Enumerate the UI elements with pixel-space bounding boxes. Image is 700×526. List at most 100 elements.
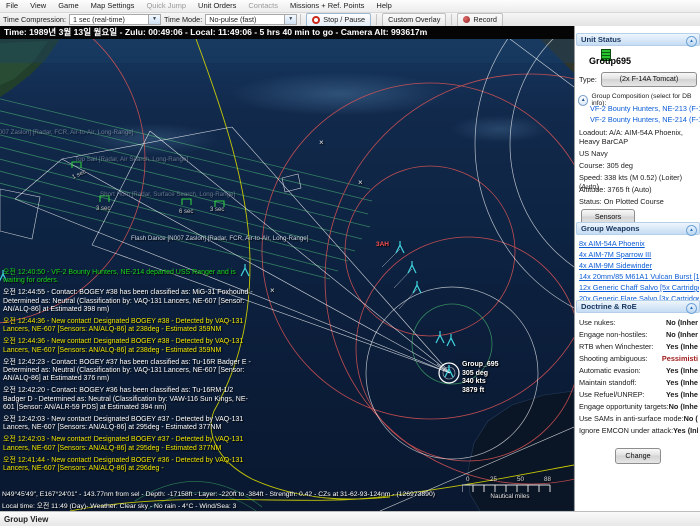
sensor-label-top-sail: Top Sail [Radar, Air Search, Long-Range] [75,156,188,163]
doctrine-label: Maintain standoff: [579,378,636,387]
loadout-text: Loadout: A/A: AIM-54A Phoenix, Heavy Bar… [579,128,698,146]
menu-help[interactable]: Help [370,0,397,12]
doctrine-value: No (Inher [669,402,698,411]
doctrine-label: RTB when Winchester: [579,342,653,351]
reference-point-x[interactable]: × [358,178,363,187]
log-message: 오전 12:42:20 - Contact: BOGEY #36 has bee… [3,387,257,412]
doctrine-header: Doctrine & RoE ▲ [576,300,700,313]
scale-caption: Nautical miles [460,493,560,500]
esm-bearing-lines [0,94,372,279]
log-message: 오전 12:42:03 - New contact! Designated BO… [3,436,257,452]
collapse-chevron-icon[interactable]: ▲ [686,303,697,314]
status-bar: Group View [0,511,700,526]
doctrine-label: Use SAMs in anti-surface mode: [579,414,684,423]
speed-tag: 6 sec [179,209,193,215]
log-message: 오전 12:41:44 - New contact! Designated BO… [3,457,257,473]
time-mode-select[interactable]: No-pulse (fast) ▼ [205,14,297,25]
course-text: Course: 305 deg [579,161,698,170]
scale-ticks-graphic [462,484,554,492]
group-weapons-header: Group Weapons ▲ [576,222,700,235]
view-mode-text: Group View [4,515,48,524]
selected-unit-group-695[interactable] [437,363,459,383]
stop-pause-button[interactable]: Stop / Pause [306,13,371,27]
change-button[interactable]: Change [615,448,661,464]
doctrine-value: No (Inher [666,330,698,339]
doctrine-label: Use nukes: [579,318,616,327]
toolbar-separator [300,14,301,25]
weapon-link[interactable]: 4x AIM-7M Sparrow III [579,250,699,259]
doctrine-value: Yes (Inhe [673,426,698,435]
record-button[interactable]: Record [457,13,503,27]
doctrine-label: Ignore EMCON under attack: [579,426,673,435]
reference-point-x[interactable]: × [319,138,324,147]
menu-file[interactable]: File [0,0,24,12]
custom-overlay-label: Custom Overlay [388,15,440,24]
right-sidebar: Unit Status ▲ Group695 Type: (2x F-14A T… [574,26,700,511]
altitude-text: Altitude: 3765 ft (Auto) [579,185,698,194]
weapon-link[interactable]: 12x Generic Chaff Salvo [5x Cartridges] [579,283,699,292]
sensor-label-short-horn: Short Horn [Radar, Surface Search, Long-… [100,191,235,198]
unit-status-title: Unit Status [581,35,621,44]
weapon-link[interactable]: 14x 20mm/85 M61A1 Vulcan Burst [1... [579,272,699,281]
unit-speed: 340 kts [462,378,499,387]
menu-view[interactable]: View [24,0,52,12]
weapon-link[interactable]: 4x AIM-9M Sidewinder [579,261,699,270]
status-text: Status: On Plotted Course [579,197,698,206]
group-weapons-panel: Group Weapons ▲ 8x AIM-54A Phoenix 4x AI… [575,222,700,235]
doctrine-value: Yes (Inhe [666,342,698,351]
reference-point-x[interactable]: × [270,286,275,295]
doctrine-label: Engage non-hostiles: [579,330,648,339]
scale-tick-label: 50 [517,476,524,483]
time-compression-label: Time Compression: [3,15,66,24]
app-window: File View Game Map Settings Quick Jump U… [0,0,700,526]
group-weapons-title: Group Weapons [581,224,640,233]
dropdown-arrow-icon[interactable]: ▼ [148,15,160,24]
weapon-link[interactable]: 8x AIM-54A Phoenix [579,239,699,248]
menu-game[interactable]: Game [52,0,84,12]
menu-unit-orders[interactable]: Unit Orders [192,0,242,12]
composition-link-ne214[interactable]: VF-2 Bounty Hunters, NE-214 (F-14A Ton [590,115,700,124]
composition-link-ne213[interactable]: VF-2 Bounty Hunters, NE-213 (F-14A Ton [590,104,700,113]
doctrine-value: Yes (Inhe [666,378,698,387]
menu-missions-ref-points[interactable]: Missions + Ref. Points [284,0,370,12]
menu-map-settings[interactable]: Map Settings [85,0,141,12]
time-status-bar: Time: 1989년 3월 13일 월요일 - Zulu: 00:49:06 … [0,26,574,39]
doctrine-value: No (Inher [684,414,698,423]
hostile-contact-tag[interactable]: 3AH [376,241,389,248]
doctrine-label: Engage opportunity targets: [579,402,669,411]
composition-toggle-icon[interactable]: ▲ [578,95,588,106]
record-label: Record [473,15,497,24]
speed-tag: 3 sec [96,206,110,212]
stop-icon [312,16,320,24]
message-log: 오전 12:40:50 - VF-2 Bounty Hunters, NE-21… [3,269,257,477]
side-text: US Navy [579,149,698,158]
type-button[interactable]: (2x F-14A Tomcat) [601,72,697,87]
custom-overlay-button[interactable]: Custom Overlay [382,13,446,27]
time-mode-label: Time Mode: [164,15,202,24]
log-message: 오전 12:40:50 - VF-2 Bounty Hunters, NE-21… [3,269,257,285]
collapse-chevron-icon[interactable]: ▲ [686,225,697,236]
dropdown-arrow-icon[interactable]: ▼ [284,15,296,24]
time-compression-select[interactable]: 1 sec (real-time) ▼ [69,14,161,25]
sensor-label-flash-dance: Flash Dance [N007 Zaslon] [Radar, FCR, A… [131,235,308,242]
log-message: 오전 12:44:55 - Contact: BOGEY #38 has bee… [3,289,257,314]
collapse-chevron-icon[interactable]: ▲ [686,36,697,47]
log-message: 오전 12:44:36 - New contact! Designated BO… [3,338,257,354]
speed-tag: 3 sec [210,207,224,213]
doctrine-label: Automatic evasion: [579,366,641,375]
type-label: Type: [579,75,597,84]
doctrine-value: Yes (Inhe [666,390,698,399]
doctrine-label: Shooting ambiguous: [579,354,648,363]
unit-course: 305 deg [462,370,499,379]
menu-contacts: Contacts [242,0,284,12]
sensor-label-flash-dance-partial: Flash Dance [N007 Zaslon] [Radar, FCR, A… [0,129,133,136]
doctrine-roe-panel: Doctrine & RoE ▲ Use nukes:No (Inher Eng… [575,300,700,313]
doctrine-title: Doctrine & RoE [581,302,637,311]
map-view[interactable]: Flash Dance [N007 Zaslon] [Radar, FCR, A… [0,39,574,511]
doctrine-value: No (Inher [666,318,698,327]
menu-quick-jump: Quick Jump [140,0,192,12]
toolbar: Time Compression: 1 sec (real-time) ▼ Ti… [0,13,700,26]
group-name: Group695 [589,56,631,66]
selected-unit-label: Group_695 305 deg 340 kts 3879 ft [462,361,499,395]
time-mode-value: No-pulse (fast) [209,15,256,24]
